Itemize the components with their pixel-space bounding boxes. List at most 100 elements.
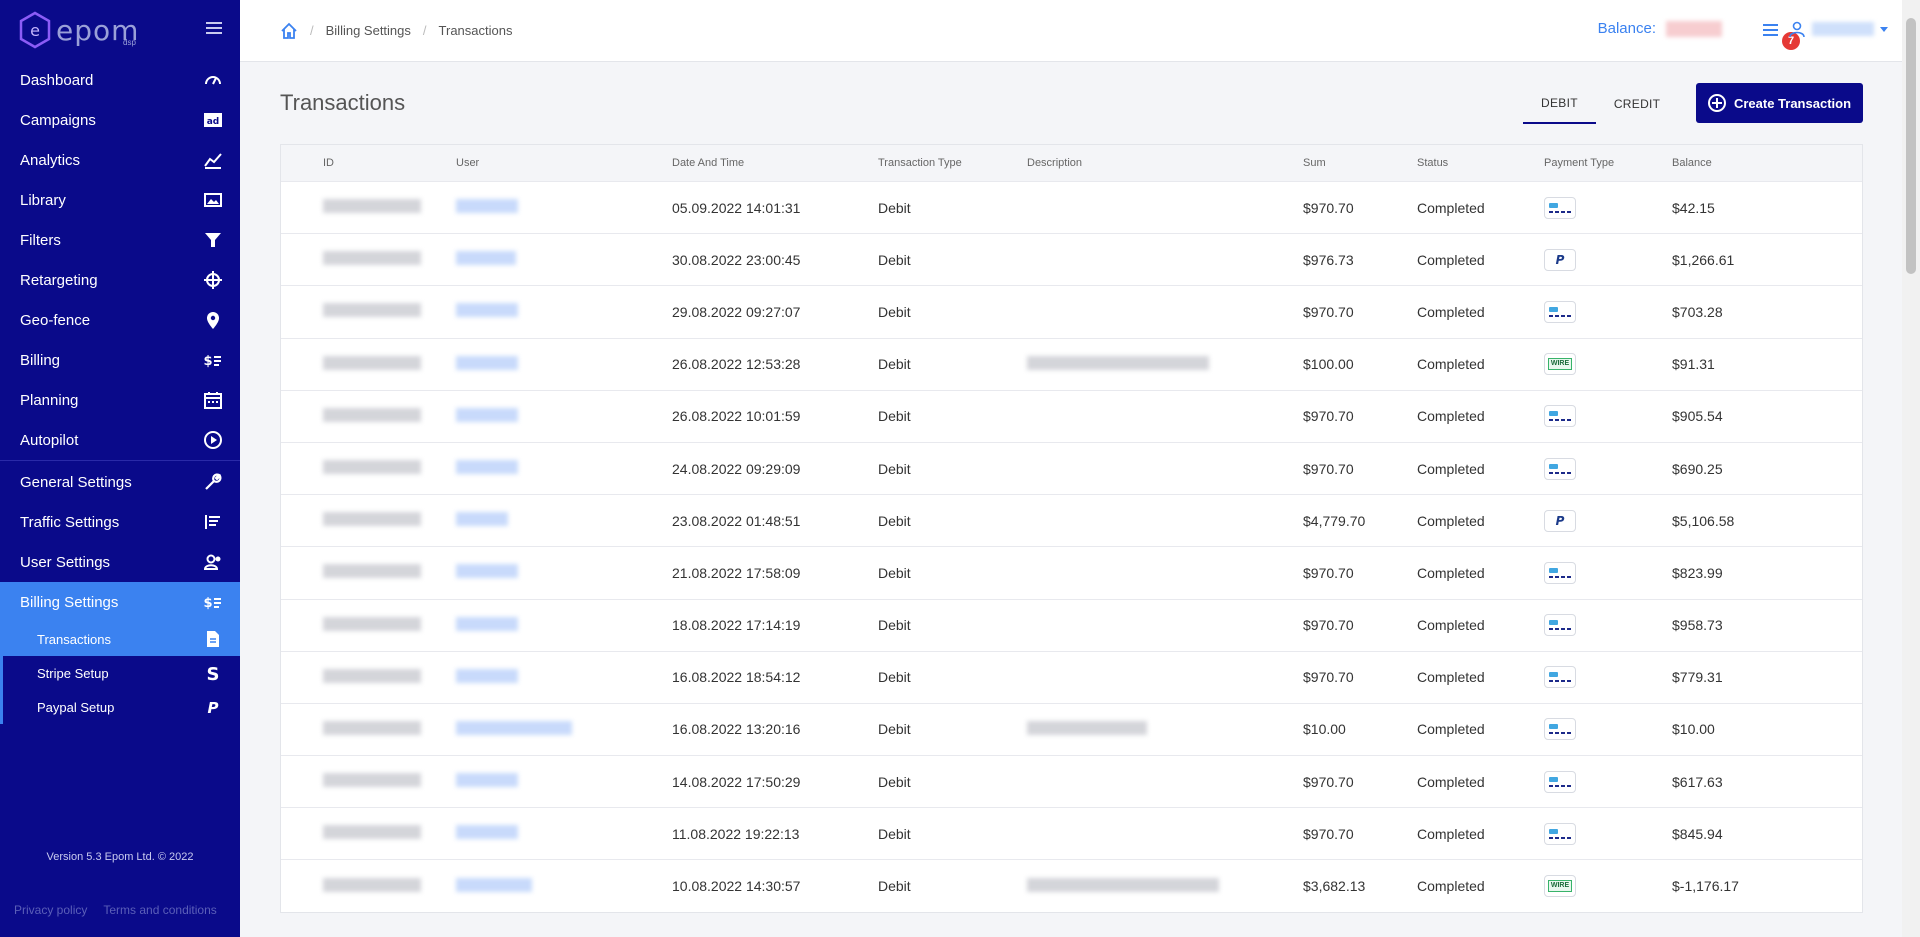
sidebar-item-label: Filters xyxy=(20,231,61,249)
tab-credit[interactable]: CREDIT xyxy=(1596,84,1678,124)
user-menu[interactable] xyxy=(1788,20,1888,38)
col-payment-type[interactable]: Payment Type xyxy=(1544,157,1672,169)
sidebar-item-general-settings[interactable]: General Settings xyxy=(0,462,240,502)
user-link-redacted[interactable] xyxy=(456,825,518,840)
cell-status: Completed xyxy=(1417,564,1485,581)
table-row[interactable]: 18.08.2022 17:14:19 Debit $970.70 Completed… xyxy=(281,598,1862,651)
user-link-redacted[interactable] xyxy=(456,460,518,475)
sidebar-item-library[interactable]: Library xyxy=(0,180,240,220)
user-link-redacted[interactable] xyxy=(456,251,516,266)
home-icon[interactable] xyxy=(280,22,298,40)
sidebar-item-dashboard[interactable]: Dashboard xyxy=(0,60,240,100)
user-link-redacted[interactable] xyxy=(456,355,518,370)
col-description[interactable]: Description xyxy=(1027,157,1303,169)
sidebar-item-billing[interactable]: Billing $ xyxy=(0,340,240,380)
col-date[interactable]: Date And Time xyxy=(672,157,878,169)
cell-payment-type: P xyxy=(1544,248,1672,271)
user-link-redacted[interactable] xyxy=(456,512,508,527)
user-link-redacted[interactable] xyxy=(456,773,518,788)
table-row[interactable]: 24.08.2022 09:29:09 Debit $970.70 Completed… xyxy=(281,441,1862,494)
sidebar-item-autopilot[interactable]: Autopilot xyxy=(0,420,240,460)
cell-user[interactable] xyxy=(456,355,672,373)
table-row[interactable]: 05.09.2022 14:01:31 Debit $970.70 Completed… xyxy=(281,181,1862,233)
sidebar-subitem-stripe-setup[interactable]: Stripe Setup S xyxy=(3,656,240,690)
cell-user[interactable] xyxy=(456,460,672,477)
table-row[interactable]: 14.08.2022 17:50:29 Debit $970.70 Completed… xyxy=(281,755,1862,807)
create-transaction-button[interactable]: Create Transaction xyxy=(1696,83,1863,123)
logo[interactable]: e epom dsp xyxy=(0,0,240,60)
table-row[interactable]: 26.08.2022 12:53:28 Debit $100.00 Completed… xyxy=(281,337,1862,390)
cell-id xyxy=(281,616,456,634)
cell-user[interactable] xyxy=(456,303,672,320)
terms-link[interactable]: Terms and conditions xyxy=(103,903,216,917)
sidebar-item-traffic-settings[interactable]: Traffic Settings xyxy=(0,502,240,542)
table-row[interactable]: 23.08.2022 01:48:51 Debit $4,779.70 Complet… xyxy=(281,494,1862,546)
cell-description xyxy=(1027,720,1303,738)
privacy-policy-link[interactable]: Privacy policy xyxy=(14,903,87,917)
cell-user[interactable] xyxy=(456,773,672,790)
user-link-redacted[interactable] xyxy=(456,303,518,318)
scrollbar[interactable] xyxy=(1902,0,1920,937)
wrench-icon xyxy=(202,471,224,493)
user-link-redacted[interactable] xyxy=(456,407,518,422)
table-row[interactable]: 16.08.2022 18:54:12 Debit $970.70 Completed… xyxy=(281,650,1862,703)
cell-balance: $42.15 xyxy=(1672,199,1715,216)
user-link-redacted[interactable] xyxy=(456,564,518,579)
user-link-redacted[interactable] xyxy=(456,199,518,214)
sidebar-item-geo-fence[interactable]: Geo-fence xyxy=(0,300,240,340)
user-link-redacted[interactable] xyxy=(456,720,572,735)
cell-sum: $970.70 xyxy=(1303,408,1354,425)
dollar-list-icon: $ xyxy=(202,349,224,371)
menu-toggle-icon[interactable] xyxy=(206,22,222,36)
cell-user[interactable] xyxy=(456,251,672,268)
col-sum[interactable]: Sum xyxy=(1303,157,1417,169)
cell-user[interactable] xyxy=(456,616,672,634)
col-status[interactable]: Status xyxy=(1417,157,1544,169)
scrollbar-thumb[interactable] xyxy=(1906,18,1916,274)
col-user[interactable]: User xyxy=(456,157,672,169)
cell-user[interactable] xyxy=(456,407,672,425)
table-row[interactable]: 30.08.2022 23:00:45 Debit $976.73 Completed… xyxy=(281,233,1862,285)
cell-user[interactable] xyxy=(456,668,672,686)
payment-type-badge xyxy=(1544,196,1576,219)
col-id[interactable]: ID xyxy=(281,157,456,169)
table-row[interactable]: 11.08.2022 19:22:13 Debit $970.70 Completed… xyxy=(281,807,1862,859)
table-row[interactable]: 21.08.2022 17:58:09 Debit $970.70 Completed… xyxy=(281,546,1862,598)
sidebar-subitem-paypal-setup[interactable]: Paypal Setup P xyxy=(3,690,240,724)
cell-user[interactable] xyxy=(456,877,672,895)
breadcrumb-billing-settings[interactable]: Billing Settings xyxy=(326,23,411,38)
table-row[interactable]: 26.08.2022 10:01:59 Debit $970.70 Completed… xyxy=(281,389,1862,442)
sidebar-item-retargeting[interactable]: Retargeting xyxy=(0,260,240,300)
cell-status: Completed xyxy=(1417,721,1485,738)
table-row[interactable]: 10.08.2022 14:30:57 Debit $3,682.13 Complet… xyxy=(281,859,1862,911)
sidebar-item-analytics[interactable]: Analytics xyxy=(0,140,240,180)
credit-card-icon xyxy=(1548,201,1572,215)
notifications-icon[interactable] xyxy=(1760,20,1782,42)
sidebar-item-campaigns[interactable]: Campaigns ad xyxy=(0,100,240,140)
id-redacted xyxy=(323,251,421,266)
sidebar-item-user-settings[interactable]: User Settings xyxy=(0,542,240,582)
user-link-redacted[interactable] xyxy=(456,668,518,683)
cell-user[interactable] xyxy=(456,199,672,216)
sidebar-item-filters[interactable]: Filters xyxy=(0,220,240,260)
credit-card-icon xyxy=(1548,722,1572,736)
sidebar-subitem-label: Transactions xyxy=(37,631,111,647)
sidebar-item-label: Retargeting xyxy=(20,271,98,289)
user-link-redacted[interactable] xyxy=(456,877,532,892)
sidebar-item-billing-settings[interactable]: Billing Settings $ xyxy=(0,582,240,622)
tab-debit[interactable]: DEBIT xyxy=(1523,84,1596,124)
user-link-redacted[interactable] xyxy=(456,616,518,631)
cell-user[interactable] xyxy=(456,825,672,842)
col-balance[interactable]: Balance xyxy=(1672,157,1832,169)
cell-user[interactable] xyxy=(456,512,672,529)
table-row[interactable]: 29.08.2022 09:27:07 Debit $970.70 Completed… xyxy=(281,285,1862,337)
cell-date: 18.08.2022 17:14:19 xyxy=(672,617,801,634)
cell-user[interactable] xyxy=(456,564,672,581)
sidebar-item-label: Dashboard xyxy=(20,71,94,89)
cell-user[interactable] xyxy=(456,720,672,738)
col-type[interactable]: Transaction Type xyxy=(878,157,1027,169)
table-row[interactable]: 16.08.2022 13:20:16 Debit $10.00 Completed $… xyxy=(281,702,1862,755)
sidebar-item-planning[interactable]: Planning xyxy=(0,380,240,420)
sidebar-item-label: Billing xyxy=(20,351,61,369)
sidebar-subitem-transactions[interactable]: Transactions xyxy=(3,622,240,656)
